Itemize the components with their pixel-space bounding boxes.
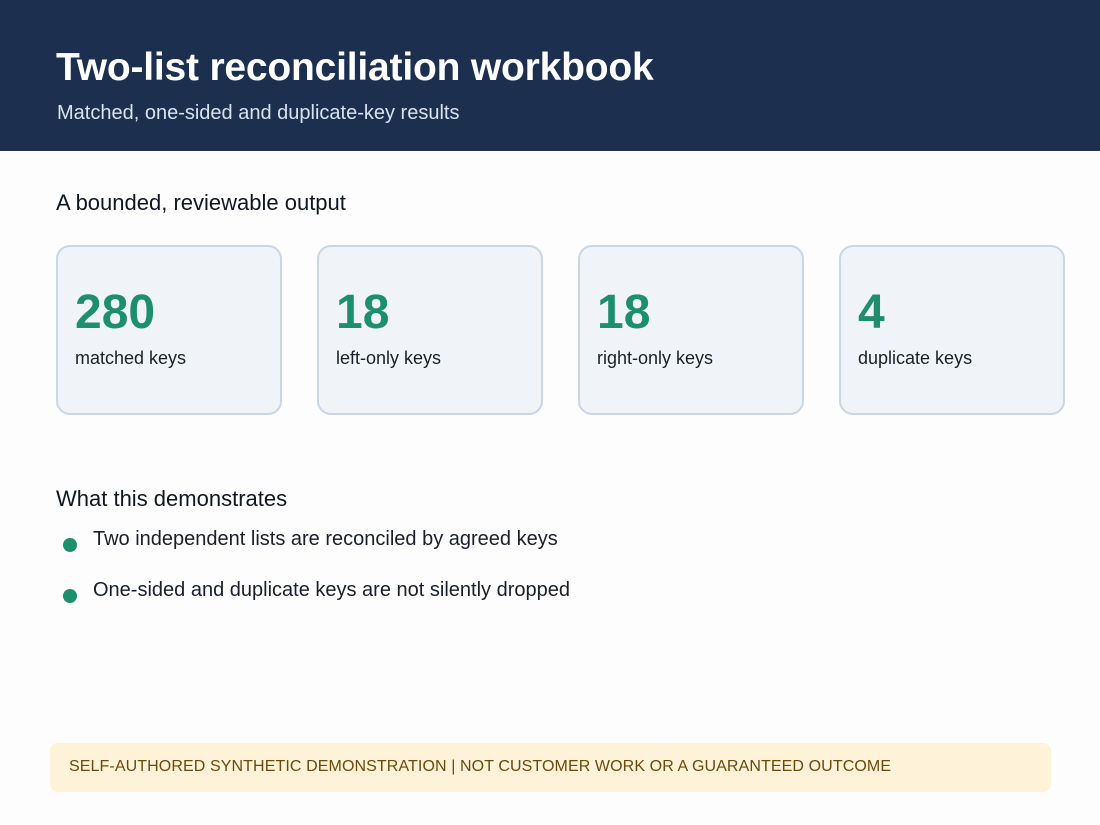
stat-label-left-only: left-only keys bbox=[336, 348, 442, 368]
stat-card-right-only: 18 right-only keys bbox=[578, 245, 804, 415]
stat-value-duplicate: 4 bbox=[858, 286, 885, 339]
list-item-text: Two independent lists are reconciled by … bbox=[93, 528, 558, 550]
list-item: Two independent lists are reconciled by … bbox=[63, 528, 663, 556]
stat-value-right-only: 18 bbox=[597, 286, 651, 339]
stat-label-duplicate: duplicate keys bbox=[858, 348, 973, 368]
disclaimer-banner: SELF-AUTHORED SYNTHETIC DEMONSTRATION | … bbox=[50, 743, 1051, 792]
demo-section-heading: What this demonstrates bbox=[56, 486, 288, 511]
bullet-dot-icon bbox=[63, 589, 77, 603]
stat-card-duplicate: 4 duplicate keys bbox=[839, 245, 1065, 415]
output-section-heading: A bounded, reviewable output bbox=[56, 190, 346, 215]
header-banner: Two-list reconciliation workbook Matched… bbox=[0, 0, 1100, 151]
stat-value-left-only: 18 bbox=[336, 286, 390, 339]
page-title: Two-list reconciliation workbook bbox=[56, 46, 654, 89]
stat-label-right-only: right-only keys bbox=[597, 348, 714, 368]
stat-value-matched: 280 bbox=[75, 286, 156, 339]
list-item: One-sided and duplicate keys are not sil… bbox=[63, 579, 663, 607]
list-item-text: One-sided and duplicate keys are not sil… bbox=[93, 579, 570, 601]
disclaimer-text: SELF-AUTHORED SYNTHETIC DEMONSTRATION | … bbox=[69, 758, 892, 775]
stat-card-matched: 280 matched keys bbox=[56, 245, 282, 415]
stat-label-matched: matched keys bbox=[75, 348, 187, 368]
bullet-dot-icon bbox=[63, 538, 77, 552]
page-subtitle: Matched, one-sided and duplicate-key res… bbox=[57, 102, 460, 124]
stat-card-left-only: 18 left-only keys bbox=[317, 245, 543, 415]
